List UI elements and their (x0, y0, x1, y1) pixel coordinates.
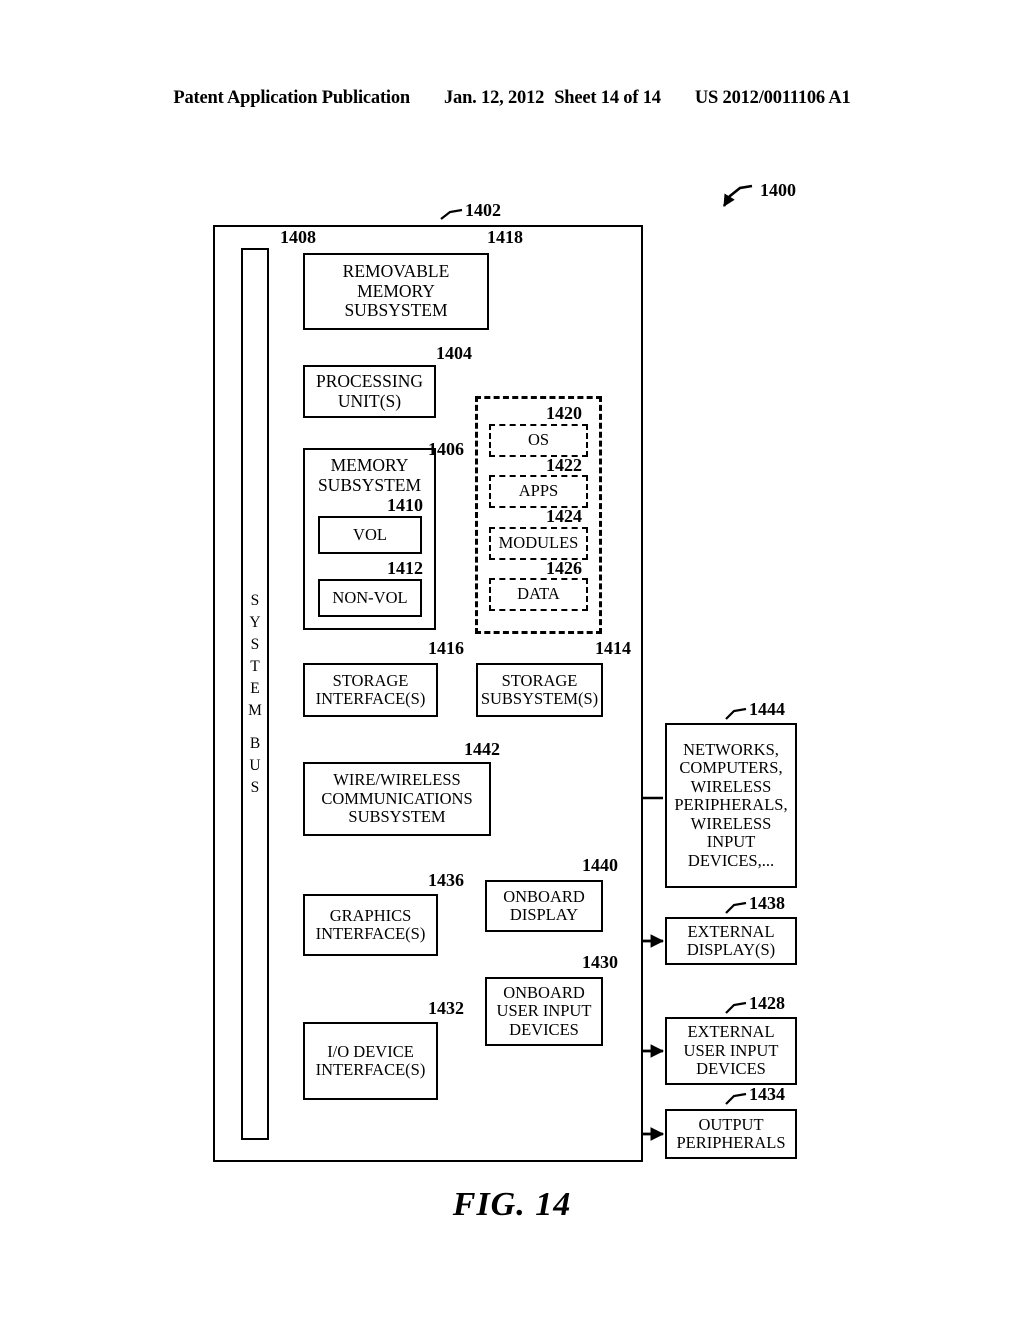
ref-1402: 1402 (465, 200, 501, 220)
ref-1400: 1400 (760, 180, 796, 200)
onboard-user-input-devices-box: ONBOARD USER INPUT DEVICES (485, 977, 603, 1046)
data-label: DATA (517, 584, 560, 604)
onboard-display-label: ONBOARD DISPLAY (503, 886, 585, 924)
storage-interfaces-label: STORAGE INTERFACE(S) (315, 670, 426, 708)
onboard-display-box: ONBOARD DISPLAY (485, 880, 603, 932)
ref-1440: 1440 (582, 855, 618, 875)
output-peripherals-label: OUTPUT PERIPHERALS (676, 1114, 786, 1152)
volatile-memory-label: VOL (353, 524, 387, 544)
wire-wireless-comms-label: WIRE/WIRELESS COMMUNICATIONS SUBSYSTEM (321, 770, 473, 827)
ref-1412: 1412 (387, 558, 423, 578)
io-device-interfaces-box: I/O DEVICE INTERFACE(S) (303, 1022, 438, 1100)
ref-1432: 1432 (428, 998, 464, 1018)
external-user-input-devices-label: EXTERNAL USER INPUT DEVICES (683, 1022, 779, 1079)
memory-subsystem-label: MEMORY SUBSYSTEM (317, 455, 422, 495)
processing-units-box: PROCESSING UNIT(S) (303, 365, 436, 418)
external-displays-box: EXTERNAL DISPLAY(S) (665, 917, 797, 965)
ref-1410: 1410 (387, 495, 423, 515)
ref-1404: 1404 (436, 343, 472, 363)
wire-wireless-comms-box: WIRE/WIRELESS COMMUNICATIONS SUBSYSTEM (303, 762, 491, 836)
ref-1444: 1444 (749, 699, 785, 719)
modules-box: MODULES (489, 527, 588, 560)
non-volatile-memory-label: NON-VOL (332, 587, 408, 607)
processing-units-label: PROCESSING UNIT(S) (316, 370, 423, 411)
ref-1426: 1426 (546, 558, 582, 578)
io-device-interfaces-label: I/O DEVICE INTERFACE(S) (315, 1041, 426, 1079)
storage-subsystems-box: STORAGE SUBSYSTEM(S) (476, 663, 603, 717)
ref-1408: 1408 (280, 227, 316, 247)
ref-1422: 1422 (546, 455, 582, 475)
ref-1438: 1438 (749, 893, 785, 913)
system-bus-label: SYSTEMBUS (248, 591, 262, 796)
ref-1436: 1436 (428, 870, 464, 890)
ref-1442: 1442 (464, 739, 500, 759)
ref-1424: 1424 (546, 506, 582, 526)
ref-1414: 1414 (595, 638, 631, 658)
figure-14-diagram: SYSTEMBUS REMOVABLE MEMORY SUBSYSTEM PRO… (0, 0, 1024, 1320)
non-volatile-memory-box: NON-VOL (318, 579, 422, 617)
system-bus: SYSTEMBUS (241, 248, 269, 1140)
volatile-memory-box: VOL (318, 516, 422, 554)
external-user-input-devices-box: EXTERNAL USER INPUT DEVICES (665, 1017, 797, 1085)
output-peripherals-box: OUTPUT PERIPHERALS (665, 1109, 797, 1159)
apps-box: APPS (489, 475, 588, 508)
networks-computers-box: NETWORKS, COMPUTERS, WIRELESS PERIPHERAL… (665, 723, 797, 888)
ref-1416: 1416 (428, 638, 464, 658)
networks-computers-label: NETWORKS, COMPUTERS, WIRELESS PERIPHERAL… (674, 739, 788, 870)
figure-pointer-arrow (722, 184, 753, 207)
ref-1418: 1418 (487, 227, 523, 247)
ref-1428: 1428 (749, 993, 785, 1013)
os-label: OS (527, 430, 550, 450)
ref-1434: 1434 (749, 1084, 785, 1104)
external-displays-label: EXTERNAL DISPLAY(S) (686, 921, 776, 959)
figure-caption: FIG. 14 (452, 1186, 572, 1223)
ref-1430: 1430 (582, 952, 618, 972)
storage-interfaces-box: STORAGE INTERFACE(S) (303, 663, 438, 717)
ref-1406: 1406 (428, 439, 464, 459)
graphics-interfaces-box: GRAPHICS INTERFACE(S) (303, 894, 438, 956)
apps-label: APPS (518, 481, 559, 501)
removable-memory-subsystem-label: REMOVABLE MEMORY SUBSYSTEM (342, 261, 450, 321)
storage-subsystems-label: STORAGE SUBSYSTEM(S) (480, 670, 599, 708)
data-box: DATA (489, 578, 588, 611)
os-box: OS (489, 424, 588, 457)
removable-memory-subsystem-box: REMOVABLE MEMORY SUBSYSTEM (303, 253, 489, 330)
graphics-interfaces-label: GRAPHICS INTERFACE(S) (315, 905, 426, 943)
modules-label: MODULES (498, 533, 579, 553)
ref-1420: 1420 (546, 403, 582, 423)
onboard-user-input-devices-label: ONBOARD USER INPUT DEVICES (496, 982, 592, 1039)
